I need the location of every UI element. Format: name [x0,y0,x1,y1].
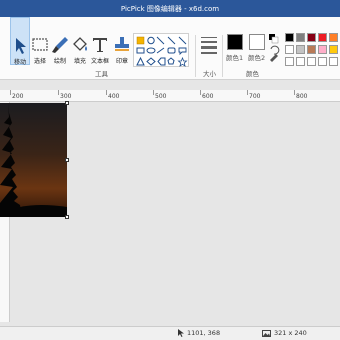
cursor-position: 1101, 368 [178,329,220,337]
palette-swatch[interactable] [318,33,327,42]
palette-swatch[interactable] [307,33,316,42]
image-size-text: 321 x 240 [274,329,307,337]
text-tool-button[interactable]: 文本框 [90,17,110,65]
group-label-tools: 工具 [95,70,108,78]
ruler-mark: 200 [12,93,24,100]
tool-label-draw: 绘制 [53,58,66,65]
ribbon-toolbar: 移动 选择 绘制 填充 文本框 印章 工具 大小 颜色1 颜色2 颜色 [0,17,340,80]
palette-swatch[interactable] [329,57,338,66]
resize-handle[interactable] [65,158,69,162]
image-icon [262,329,271,337]
move-icon [16,38,26,54]
palette-swatch[interactable] [329,33,338,42]
ruler-mark: 700 [249,93,261,100]
move-tool-button[interactable]: 移动 [10,17,30,66]
palette-swatch[interactable] [296,45,305,54]
text-icon [93,38,107,52]
night-sky-photo [0,103,67,217]
ruler-mark: 600 [202,93,214,100]
ruler-mark: 300 [60,93,72,100]
tool-label-move: 移动 [13,59,26,66]
color2-swatch[interactable] [249,34,265,50]
palette-swatch[interactable] [329,45,338,54]
tool-label-text: 文本框 [90,58,109,65]
paint-bucket-icon [73,37,87,51]
ribbon-separator [222,35,223,77]
palette-swatch[interactable] [307,57,316,66]
cursor-position-text: 1101, 368 [187,329,221,337]
shapes-gallery[interactable] [133,33,189,67]
palette-swatch[interactable] [296,33,305,42]
select-tool-button[interactable]: 选择 [30,17,50,65]
image-size: 321 x 240 [262,329,307,337]
fill-tool-button[interactable]: 填充 [70,17,90,65]
horizontal-ruler: 200 300 400 500 600 700 800 [0,90,340,102]
palette-swatch[interactable] [318,45,327,54]
title-bar: PicPick 图像编辑器 - x6d.com [0,0,340,17]
color1-swatch[interactable] [227,34,243,50]
color2-label: 颜色2 [248,54,266,62]
canvas-image[interactable] [0,103,67,217]
group-label-size: 大小 [203,70,216,78]
color1-label: 颜色1 [226,54,244,62]
palette-swatch[interactable] [285,57,294,66]
resize-handle[interactable] [65,215,69,219]
status-bar: 1101, 368 321 x 240 [0,326,340,340]
ruler-mark: 800 [296,93,308,100]
ribbon-separator [195,35,196,77]
color-tools [269,34,280,62]
palette-swatch[interactable] [318,57,327,66]
palette-swatch[interactable] [285,33,294,42]
resize-handle[interactable] [65,101,69,105]
stamp-icon [115,37,129,51]
group-label-color: 颜色 [246,70,259,78]
palette-swatch[interactable] [285,45,294,54]
brush-icon [52,37,68,53]
ruler-mark: 500 [155,93,167,100]
palette-swatch[interactable] [296,57,305,66]
stamp-tool-button[interactable]: 印章 [112,17,132,65]
palette-swatch[interactable] [307,45,316,54]
size-selector[interactable] [201,37,217,57]
cursor-icon [178,329,184,337]
select-rect-icon [32,38,48,51]
draw-tool-button[interactable]: 绘制 [50,17,70,65]
tool-label-stamp: 印章 [115,58,128,65]
tool-label-fill: 填充 [73,58,86,65]
shapes-grid [136,36,188,67]
tool-label-select: 选择 [33,58,46,65]
ruler-mark: 400 [108,93,120,100]
window-title: PicPick 图像编辑器 - x6d.com [120,4,220,13]
